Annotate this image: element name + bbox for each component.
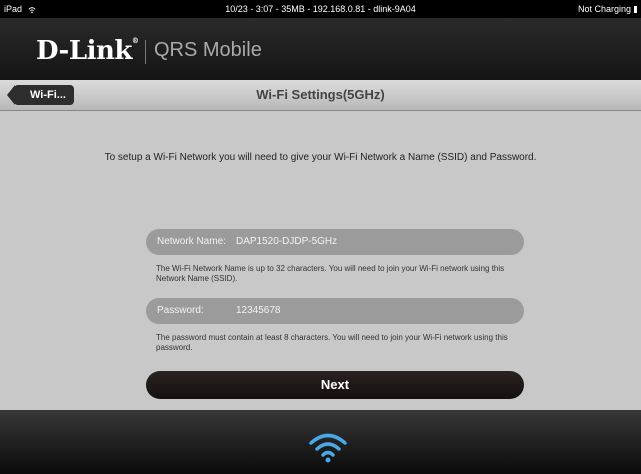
logo-divider (145, 40, 146, 64)
page-title: Wi-Fi Settings(5GHz) (256, 87, 385, 102)
network-name-label: Network Name: (157, 236, 226, 247)
password-value[interactable]: 12345678 (236, 298, 281, 324)
battery-icon (634, 6, 637, 14)
network-name-field[interactable]: Network Name: DAP1520-DJDP-5GHz (146, 229, 524, 255)
footer-bar (0, 410, 641, 474)
main-content: To setup a Wi-Fi Network you will need t… (0, 111, 641, 410)
wifi-icon (309, 433, 347, 463)
dlink-logo: D-Link® (36, 36, 139, 66)
app-header: D-Link® QRS Mobile (0, 18, 641, 80)
status-right: Not Charging (578, 0, 637, 18)
battery-status: Not Charging (577, 4, 631, 14)
password-field[interactable]: Password: 12345678 (146, 298, 524, 324)
nav-bar: Wi-Fi Settings(5GHz) Wi-Fi... (0, 80, 641, 111)
back-button[interactable]: Wi-Fi... (7, 85, 74, 105)
next-button[interactable]: Next (146, 371, 524, 399)
password-label: Password: (157, 305, 204, 316)
status-info: 10/23 - 3:07 - 35MB - 192.168.0.81 - dli… (225, 4, 416, 14)
status-bar: iPad 10/23 - 3:07 - 35MB - 192.168.0.81 … (0, 0, 641, 18)
intro-text: To setup a Wi-Fi Network you will need t… (104, 152, 537, 163)
network-name-value[interactable]: DAP1520-DJDP-5GHz (236, 229, 337, 255)
password-hint: The password must contain at least 8 cha… (156, 333, 508, 352)
network-name-hint: The Wi-Fi Network Name is up to 32 chara… (156, 264, 505, 283)
app-title: QRS Mobile (154, 39, 262, 61)
